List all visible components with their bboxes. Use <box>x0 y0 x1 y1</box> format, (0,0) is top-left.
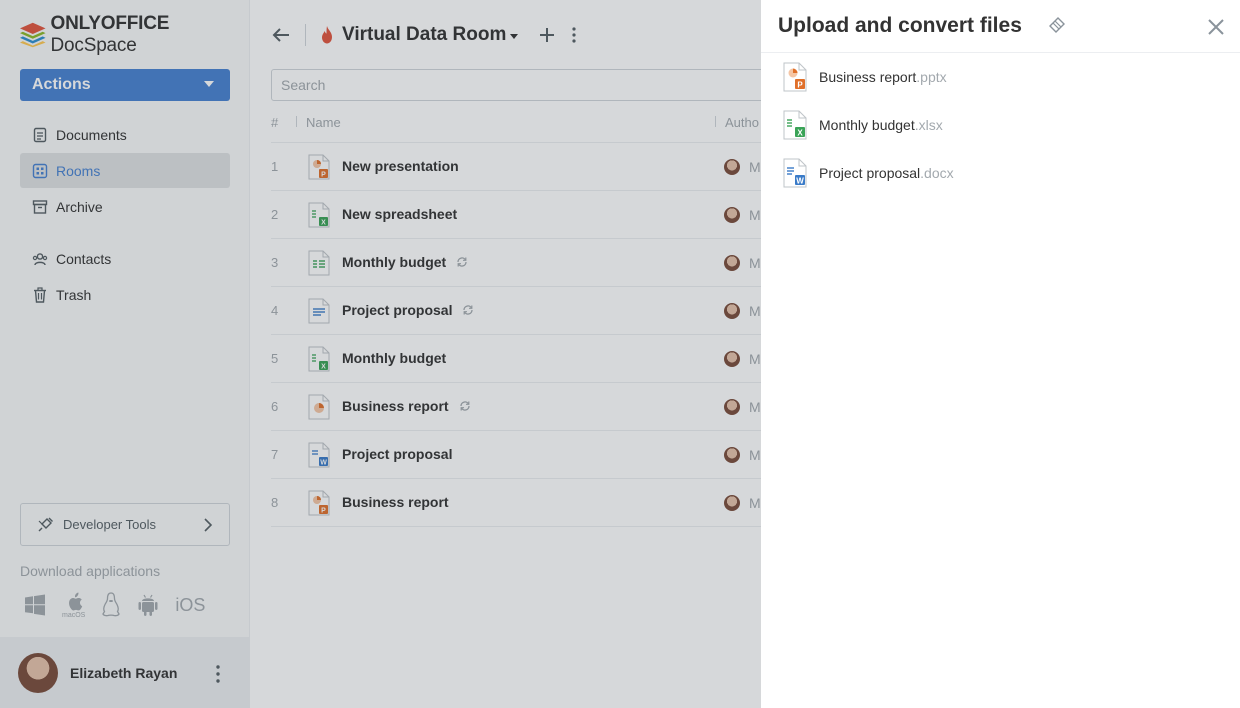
upload-panel: Upload and convert files P Business repo… <box>761 0 1240 708</box>
svg-text:W: W <box>796 177 804 186</box>
upload-file-ext: .pptx <box>916 69 947 85</box>
close-icon[interactable] <box>1207 18 1225 36</box>
upload-file-ext: .xlsx <box>914 117 943 133</box>
upload-file-item[interactable]: X Monthly budget .xlsx <box>783 109 943 141</box>
pptx-file-icon: P <box>783 62 807 92</box>
panel-header: Upload and convert files <box>761 0 1240 53</box>
svg-text:X: X <box>797 129 803 138</box>
upload-file-name: Business report <box>819 69 917 85</box>
upload-file-ext: .docx <box>920 165 954 181</box>
upload-file-name: Monthly budget <box>819 117 915 133</box>
svg-text:P: P <box>797 81 803 90</box>
docx-file-icon: W <box>783 158 807 188</box>
upload-file-item[interactable]: W Project proposal .docx <box>783 157 954 189</box>
clear-list-icon[interactable] <box>1047 17 1065 35</box>
upload-file-name: Project proposal <box>819 165 921 181</box>
xlsx-file-icon: X <box>783 110 807 140</box>
upload-file-item[interactable]: P Business report .pptx <box>783 61 947 93</box>
panel-title: Upload and convert files <box>778 14 1022 37</box>
